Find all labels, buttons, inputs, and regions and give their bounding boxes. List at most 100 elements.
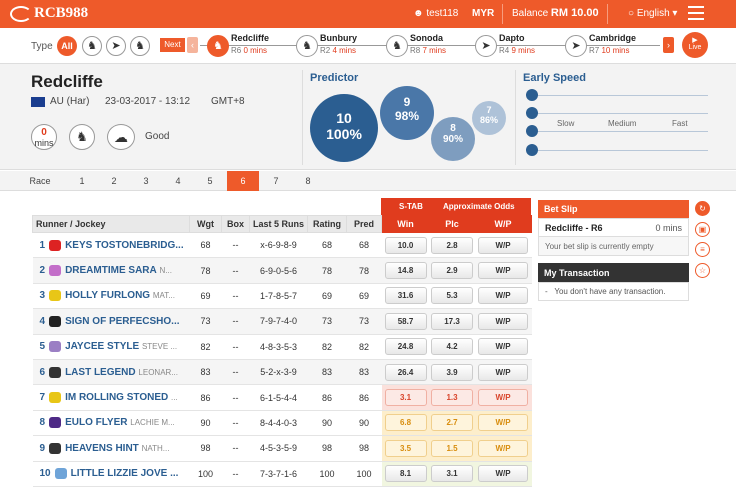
ticket-icon[interactable]: ▣: [695, 222, 710, 237]
jockey-name: ...: [171, 393, 178, 403]
table-row: 7 IM ROLLING STONED ... 86 -- 6-1-5-4-4 86 86 3…: [32, 384, 532, 411]
plc-odds-button[interactable]: 1.3: [431, 389, 473, 407]
user-menu[interactable]: ☻ test118: [413, 8, 458, 19]
plc-cell: 3.9: [429, 359, 475, 386]
speed-track: [530, 150, 708, 151]
win-odds-button[interactable]: 6.8: [384, 414, 427, 432]
race-tab-active[interactable]: 6: [227, 171, 259, 191]
plc-odds-button[interactable]: 3.1: [431, 465, 473, 483]
plc-odds-button[interactable]: 2.9: [431, 262, 473, 280]
plc-odds-button[interactable]: 3.9: [431, 363, 473, 381]
last5-cell: 1-7-8-5-7: [249, 283, 308, 310]
wp-button[interactable]: W/P: [478, 389, 528, 407]
jockey-name: MAT...: [152, 291, 175, 301]
list-icon[interactable]: ≡: [695, 242, 710, 257]
plc-odds-button[interactable]: 1.5: [431, 439, 473, 457]
jockey-silk-icon: [49, 391, 62, 403]
horse-name[interactable]: HEAVENS HINT: [65, 443, 139, 454]
refresh-icon[interactable]: ↻: [695, 201, 710, 216]
venue-title: Redcliffe: [31, 72, 103, 91]
wp-button[interactable]: W/P: [478, 338, 528, 356]
runner-number-cell: 1 KEYS TOSTONEBRIDG...: [32, 232, 190, 259]
divider: [302, 70, 303, 165]
last5-cell: 6-9-0-5-6: [249, 257, 308, 284]
plc-cell: 2.8: [429, 232, 475, 259]
horse-name[interactable]: SIGN OF PERFECSHO...: [65, 316, 179, 327]
jockey-name: N...: [159, 266, 172, 276]
race-tab[interactable]: 4: [164, 171, 192, 191]
jockey-silk-icon: [49, 315, 62, 327]
race-tab[interactable]: 8: [294, 171, 322, 191]
race-tab[interactable]: 2: [100, 171, 128, 191]
wp-button[interactable]: W/P: [478, 465, 528, 483]
race-tab[interactable]: 1: [68, 171, 96, 191]
horse-name[interactable]: LITTLE LIZZIE JOVE ...: [71, 468, 179, 479]
harness-type-icon[interactable]: ♞: [130, 36, 150, 56]
wp-button[interactable]: W/P: [478, 287, 528, 305]
win-odds-button[interactable]: 31.6: [384, 287, 427, 305]
jockey-silk-icon: [49, 366, 62, 378]
app-logo[interactable]: RCB988: [34, 5, 88, 22]
horse-name[interactable]: EULO FLYER: [65, 418, 127, 429]
plc-odds-button[interactable]: 2.8: [431, 236, 473, 254]
race-tab[interactable]: 7: [262, 171, 290, 191]
win-odds-button[interactable]: 3.1: [384, 389, 427, 407]
last5-cell: 6-1-5-4-4: [249, 384, 308, 411]
wp-button[interactable]: W/P: [478, 414, 528, 432]
horse-name[interactable]: DREAMTIME SARA: [65, 265, 157, 276]
next-arrow-icon[interactable]: ›: [663, 37, 674, 53]
win-cell: 10.0: [381, 232, 430, 259]
race-tab-label: Race: [29, 176, 51, 186]
horse-name[interactable]: JAYCEE STYLE: [65, 341, 139, 352]
header-wp: W/P: [474, 215, 532, 233]
next-button[interactable]: Next: [160, 38, 185, 52]
wp-button[interactable]: W/P: [478, 363, 528, 381]
box-cell: --: [221, 359, 250, 386]
wp-button[interactable]: W/P: [478, 236, 528, 254]
win-odds-button[interactable]: 10.0: [384, 236, 427, 254]
username: test118: [426, 8, 459, 19]
horse-name[interactable]: IM ROLLING STONED: [65, 392, 168, 403]
win-odds-button[interactable]: 24.8: [384, 338, 427, 356]
runner-number: 4: [39, 315, 46, 327]
plc-odds-button[interactable]: 5.3: [431, 287, 473, 305]
wp-button[interactable]: W/P: [478, 439, 528, 457]
race-tab[interactable]: 3: [132, 171, 160, 191]
type-all-button[interactable]: All: [57, 36, 77, 56]
horse-type-icon[interactable]: ♞: [82, 36, 102, 56]
plc-cell: 1.3: [429, 384, 475, 411]
win-odds-button[interactable]: 58.7: [384, 312, 427, 330]
live-button[interactable]: ▶ Live: [682, 32, 708, 58]
race-tab[interactable]: 5: [196, 171, 224, 191]
win-odds-button[interactable]: 3.5: [384, 439, 427, 457]
table-row: 2 DREAMTIME SARA N... 78 -- 6-9-0-5-6 78 78 14.…: [32, 257, 532, 284]
wp-cell: W/P: [474, 461, 532, 487]
plc-odds-button[interactable]: 2.7: [431, 414, 473, 432]
win-cell: 26.4: [381, 359, 430, 386]
wp-button[interactable]: W/P: [478, 312, 528, 330]
prev-arrow-icon[interactable]: ‹: [187, 37, 198, 53]
bet-slip-race-name: Redcliffe - R6: [545, 223, 603, 233]
plc-odds-button[interactable]: 4.2: [431, 338, 473, 356]
au-flag-icon: [31, 97, 45, 107]
table-row: 9 HEAVENS HINT NATH... 98 -- 4-5-3-5-9 98 98 3.…: [32, 435, 532, 462]
pred-cell: 100: [346, 461, 382, 487]
win-odds-button[interactable]: 14.8: [384, 262, 427, 280]
greyhound-type-icon[interactable]: ➤: [106, 36, 126, 56]
win-odds-button[interactable]: 8.1: [384, 465, 427, 483]
speed-track: [530, 113, 708, 114]
hamburger-menu-icon[interactable]: [688, 6, 704, 20]
runner-number-cell: 8 EULO FLYER LACHIE M...: [32, 410, 190, 437]
horse-name[interactable]: LAST LEGEND: [65, 367, 136, 378]
wp-cell: W/P: [474, 410, 532, 437]
language-select[interactable]: ○ English ▾: [628, 8, 677, 19]
wp-button[interactable]: W/P: [478, 262, 528, 280]
table-row: 8 EULO FLYER LACHIE M... 90 -- 8-4-4-0-3 90 90…: [32, 410, 532, 437]
trophy-icon[interactable]: ☆: [695, 263, 710, 278]
horse-name[interactable]: KEYS TOSTONEBRIDG...: [65, 240, 184, 251]
horse-name[interactable]: HOLLY FURLONG: [65, 291, 150, 302]
table-row: 3 HOLLY FURLONG MAT... 69 -- 1-7-8-5-7 69 69 31…: [32, 283, 532, 310]
pred-cell: 69: [346, 283, 382, 310]
plc-odds-button[interactable]: 17.3: [431, 312, 473, 330]
win-odds-button[interactable]: 26.4: [384, 363, 427, 381]
